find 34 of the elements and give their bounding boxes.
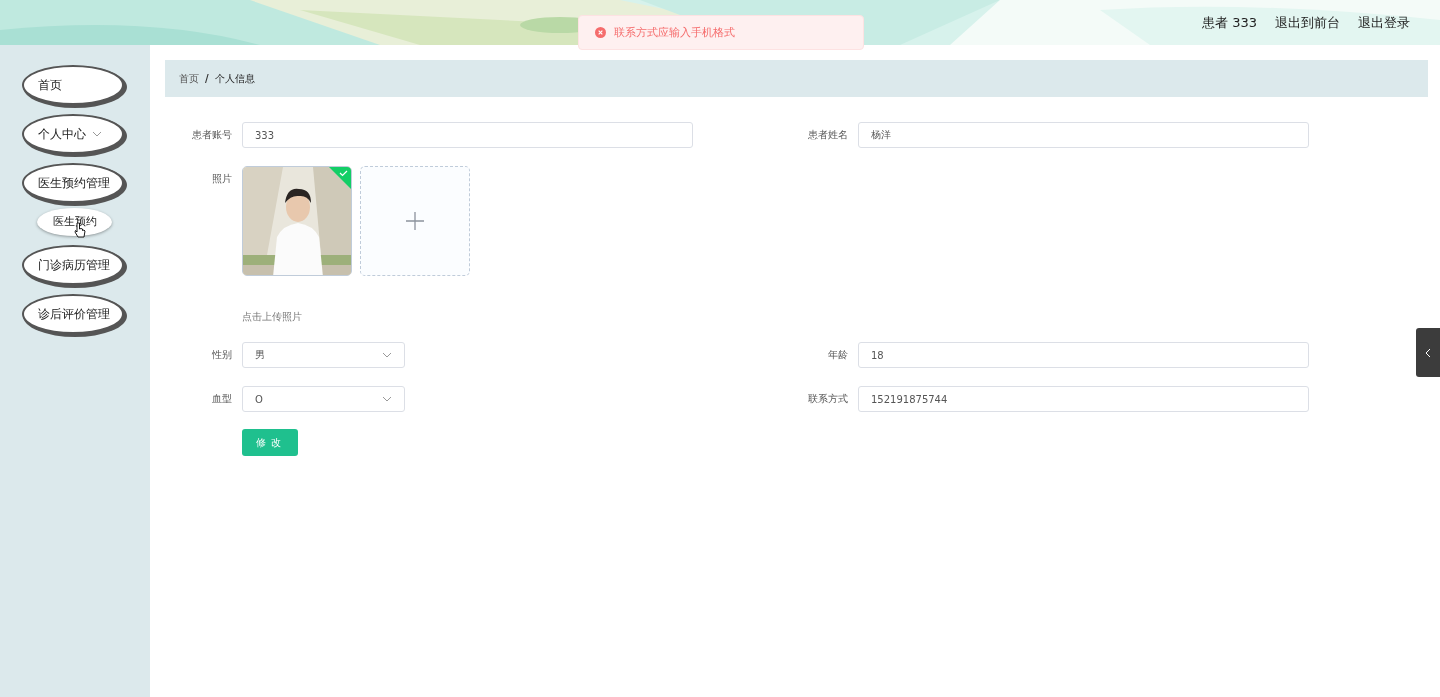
header-link[interactable]: 退出登录 — [1358, 13, 1410, 32]
toast-message: 联系方式应输入手机格式 — [614, 25, 735, 40]
field-label: 血型 — [211, 392, 232, 406]
upload-hint: 点击上传照片 — [242, 310, 303, 324]
menu-item[interactable]: 医生预约管理 — [22, 163, 124, 203]
error-icon — [595, 27, 606, 38]
chevron-down-icon — [92, 131, 102, 137]
drawer-toggle[interactable] — [1416, 328, 1440, 377]
menu-item[interactable]: 诊后评价管理 — [22, 294, 124, 334]
name-field[interactable]: 杨洋 — [858, 122, 1309, 148]
breadcrumb-item: 个人信息 — [214, 71, 255, 86]
plus-icon — [405, 211, 425, 231]
field-label: 年龄 — [827, 348, 848, 362]
field-label: 患者姓名 — [807, 128, 848, 142]
field-label: 性别 — [211, 348, 232, 362]
user-name: 患者 333 — [1202, 13, 1257, 32]
chevron-down-icon — [382, 396, 392, 402]
gender-select[interactable]: 男 — [242, 342, 405, 368]
phone-field[interactable]: 152191875744 — [858, 386, 1309, 412]
field-label: 照片 — [211, 172, 232, 186]
header-link[interactable]: 退出到前台 — [1275, 13, 1340, 32]
chevron-down-icon — [382, 352, 392, 358]
menu-item[interactable]: 门诊病历管理 — [22, 245, 124, 285]
menu-item[interactable]: 个人中心 — [22, 114, 124, 154]
blood-type-select[interactable]: O — [242, 386, 405, 412]
field-label: 患者账号 — [191, 128, 232, 142]
age-field[interactable]: 18 — [858, 342, 1309, 368]
chevron-left-icon — [1425, 347, 1431, 358]
breadcrumb-item[interactable]: 首页 — [179, 71, 199, 86]
menu-item[interactable]: 首页 — [22, 65, 124, 105]
field-label: 联系方式 — [807, 392, 848, 406]
upload-button[interactable] — [360, 166, 470, 276]
breadcrumb-separator: / — [205, 73, 209, 84]
account-field[interactable]: 333 — [242, 122, 693, 148]
